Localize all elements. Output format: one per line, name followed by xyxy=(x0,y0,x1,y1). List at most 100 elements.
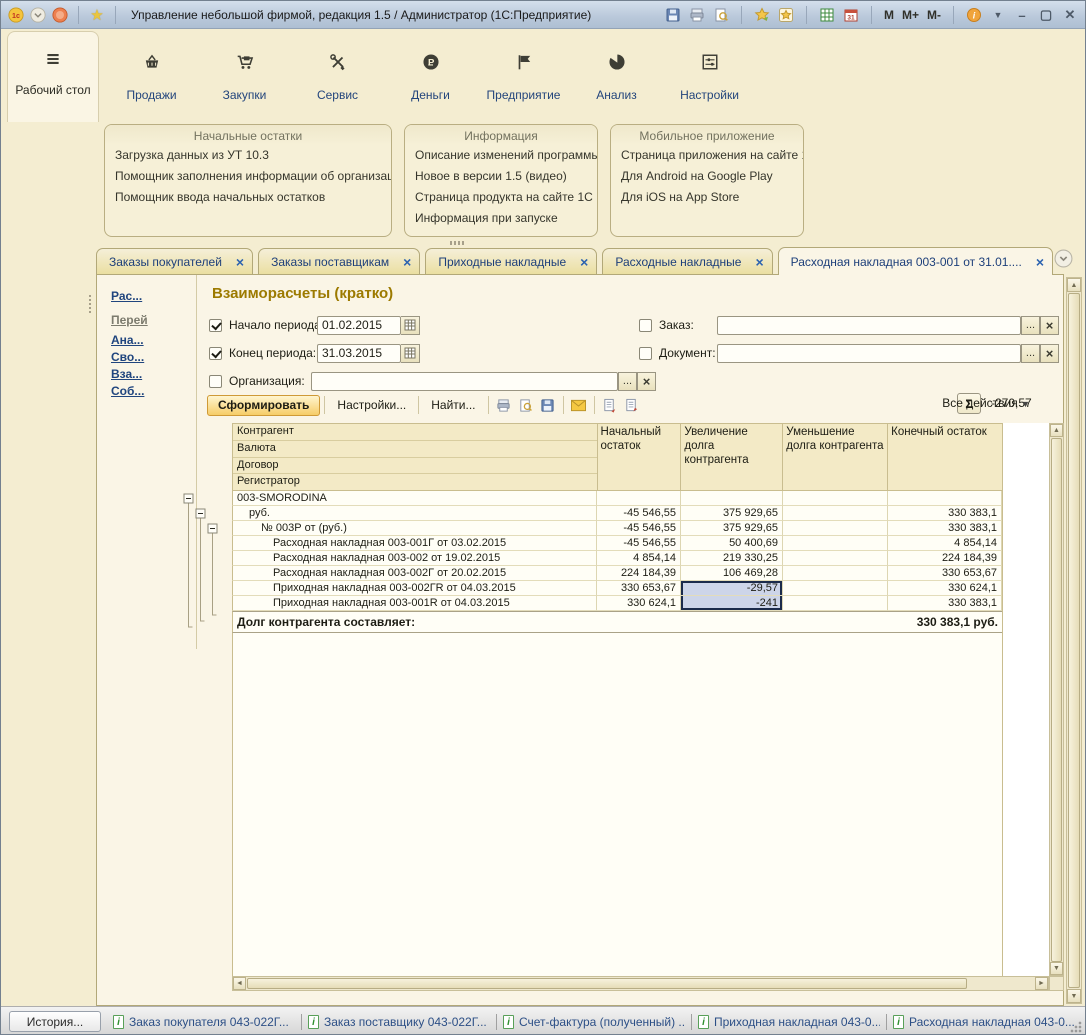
open-window-item[interactable]: iЗаказ покупателя 043-022Г... xyxy=(113,1015,295,1029)
cell-closing-balance[interactable]: 224 184,39 xyxy=(888,551,1002,566)
scroll-left-icon[interactable]: ◄ xyxy=(233,977,246,990)
cell-registrator[interactable]: Приходная накладная 003-001R от 04.03.20… xyxy=(232,596,597,611)
scroll-up-icon[interactable]: ▲ xyxy=(1067,278,1081,292)
cell-debt-decrease[interactable] xyxy=(783,581,888,596)
scroll-right-icon[interactable]: ► xyxy=(1035,977,1048,990)
sidebar-item-desktop[interactable]: Рабочий стол xyxy=(7,31,99,122)
calendar-icon[interactable]: 31 xyxy=(842,6,860,24)
cell-registrator[interactable]: Приходная накладная 003-002ГR от 04.03.2… xyxy=(232,581,597,596)
tree-expanders[interactable] xyxy=(182,423,232,653)
memory-add-button[interactable]: M+ xyxy=(901,8,920,22)
document-tab[interactable]: Расходные накладные× xyxy=(602,248,772,275)
find-button[interactable]: Найти... xyxy=(423,398,483,412)
organization-pick-button[interactable]: ... xyxy=(618,372,637,391)
sidebar-splitter-grip[interactable] xyxy=(89,295,95,313)
info-icon[interactable]: i xyxy=(965,6,983,24)
report-nav-link[interactable]: Сво... xyxy=(111,350,144,364)
open-window-item[interactable]: iСчет-фактура (полученный) ... xyxy=(503,1015,685,1029)
table-horizontal-scrollbar[interactable]: ◄ ► xyxy=(232,976,1049,991)
report-nav-link[interactable]: Ана... xyxy=(111,333,144,347)
scroll-down-icon[interactable]: ▼ xyxy=(1050,962,1063,975)
cell-registrator[interactable]: Расходная накладная 003-002 от 19.02.201… xyxy=(232,551,597,566)
scroll-thumb[interactable] xyxy=(1051,438,1062,962)
cell-debt-decrease[interactable] xyxy=(783,491,888,506)
table-row[interactable]: Расходная накладная 003-002 от 19.02.201… xyxy=(232,551,1002,566)
period-end-input[interactable]: 31.03.2015 xyxy=(317,344,401,363)
nav-item-analysis-pie[interactable]: Анализ xyxy=(570,31,663,122)
generate-button[interactable]: Сформировать xyxy=(207,395,320,416)
resize-grip[interactable] xyxy=(1070,1021,1082,1033)
info-dropdown-icon[interactable]: ▼ xyxy=(989,10,1007,20)
order-checkbox[interactable] xyxy=(639,319,652,332)
history-button[interactable]: История... xyxy=(9,1011,101,1032)
email-icon[interactable] xyxy=(568,395,590,415)
panel-link[interactable]: Описание изменений программы xyxy=(405,145,597,166)
cell-debt-increase[interactable]: 375 929,65 xyxy=(681,506,783,521)
document-tab[interactable]: Расходная накладная 003-001 от 31.01....… xyxy=(778,247,1053,275)
panel-link[interactable]: Помощник заполнения информации об органи… xyxy=(105,166,391,187)
page-vertical-scrollbar[interactable]: ▲ ▼ xyxy=(1066,277,1082,1004)
open-window-item[interactable]: iПриходная накладная 043-0... xyxy=(698,1015,880,1029)
order-pick-button[interactable]: ... xyxy=(1021,316,1040,335)
panel-link[interactable]: Для iOS на App Store xyxy=(611,187,803,208)
cell-debt-decrease[interactable] xyxy=(783,506,888,521)
table-row[interactable]: 003-SMORODINA xyxy=(232,491,1002,506)
print-preview-icon[interactable] xyxy=(515,395,537,415)
cell-opening-balance[interactable]: 330 624,1 xyxy=(597,596,681,611)
cell-debt-decrease[interactable] xyxy=(783,536,888,551)
cell-debt-decrease[interactable] xyxy=(783,566,888,581)
tab-list-dropdown-icon[interactable] xyxy=(1054,249,1073,271)
1c-logo-icon[interactable]: 1с xyxy=(7,6,25,24)
cell-opening-balance[interactable]: -45 546,55 xyxy=(597,506,681,521)
organization-input[interactable] xyxy=(311,372,618,391)
period-start-checkbox[interactable] xyxy=(209,319,222,332)
document-tab[interactable]: Заказы поставщикам× xyxy=(258,248,420,275)
cell-opening-balance[interactable]: -45 546,55 xyxy=(597,521,681,536)
cell-opening-balance[interactable]: 4 854,14 xyxy=(597,551,681,566)
table-vertical-scrollbar[interactable]: ▲ ▼ xyxy=(1049,423,1064,976)
cell-debt-increase[interactable]: 375 929,65 xyxy=(681,521,783,536)
service-circle-icon[interactable] xyxy=(51,6,69,24)
document-pick-button[interactable]: ... xyxy=(1021,344,1040,363)
table-row[interactable]: Приходная накладная 003-002ГR от 04.03.2… xyxy=(232,581,1002,596)
cell-debt-decrease[interactable] xyxy=(783,596,888,611)
print-icon[interactable] xyxy=(688,6,706,24)
cell-closing-balance[interactable]: 330 383,1 xyxy=(888,506,1002,521)
collapse-groups-icon[interactable] xyxy=(621,395,643,415)
favorites-star-icon[interactable]: ★ xyxy=(88,6,106,24)
maximize-button[interactable]: ▢ xyxy=(1037,7,1055,23)
scroll-thumb[interactable] xyxy=(247,978,967,989)
nav-item-purchases-cart[interactable]: Закупки xyxy=(198,31,291,122)
cell-debt-increase[interactable] xyxy=(681,491,783,506)
organization-clear-icon[interactable]: × xyxy=(637,372,656,391)
report-nav-link[interactable]: Рас... xyxy=(111,289,142,303)
document-clear-icon[interactable]: × xyxy=(1040,344,1059,363)
panel-splitter-grip[interactable] xyxy=(450,241,466,245)
cell-closing-balance[interactable]: 330 383,1 xyxy=(888,596,1002,611)
scroll-thumb[interactable] xyxy=(1068,293,1080,988)
nav-item-sales-basket[interactable]: Продажи xyxy=(105,31,198,122)
nav-item-enterprise-flag[interactable]: Предприятие xyxy=(477,31,570,122)
cell-closing-balance[interactable]: 4 854,14 xyxy=(888,536,1002,551)
panel-link[interactable]: Информация при запуске xyxy=(405,208,597,229)
tab-close-icon[interactable]: × xyxy=(236,254,244,270)
cell-closing-balance[interactable] xyxy=(888,491,1002,506)
cell-registrator[interactable]: № 003Р от (руб.) xyxy=(232,521,597,536)
close-button[interactable]: ✕ xyxy=(1061,7,1079,23)
tab-close-icon[interactable]: × xyxy=(403,254,411,270)
document-checkbox[interactable] xyxy=(639,347,652,360)
cell-registrator[interactable]: 003-SMORODINA xyxy=(232,491,597,506)
panel-link[interactable]: Помощник ввода начальных остатков xyxy=(105,187,391,208)
table-row[interactable]: Расходная накладная 003-002Г от 20.02.20… xyxy=(232,566,1002,581)
document-input[interactable] xyxy=(717,344,1021,363)
cell-debt-increase[interactable]: -29,57 xyxy=(681,581,783,596)
cell-closing-balance[interactable]: 330 653,67 xyxy=(888,566,1002,581)
calendar-picker-icon[interactable] xyxy=(401,316,420,335)
expand-groups-icon[interactable] xyxy=(599,395,621,415)
open-window-item[interactable]: iРасходная накладная 043-0... xyxy=(893,1015,1075,1029)
save-icon[interactable] xyxy=(664,6,682,24)
order-input[interactable] xyxy=(717,316,1021,335)
period-end-checkbox[interactable] xyxy=(209,347,222,360)
minimize-button[interactable]: – xyxy=(1013,8,1031,23)
tab-close-icon[interactable]: × xyxy=(755,254,763,270)
